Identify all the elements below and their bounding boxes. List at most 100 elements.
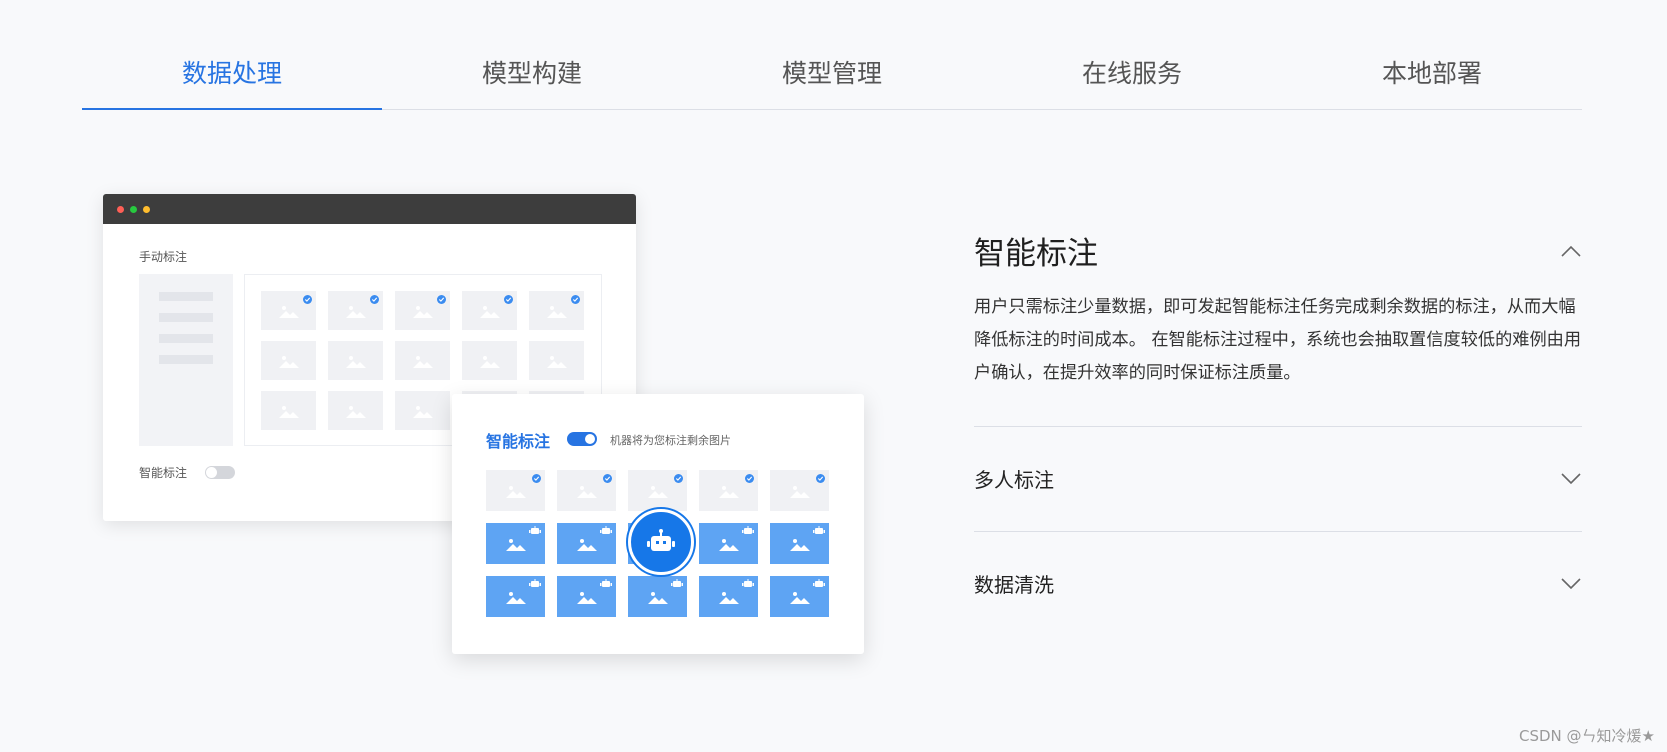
- image-thumbnail: [557, 576, 616, 617]
- accordion-divider: [974, 426, 1582, 427]
- robot-icon: [628, 509, 694, 575]
- image-icon: [505, 538, 526, 551]
- image-thumbnail: [699, 576, 758, 617]
- image-thumbnail: [261, 341, 316, 380]
- window-minimize-dot: [143, 205, 150, 213]
- image-icon: [505, 591, 526, 604]
- image-thumbnail: [699, 523, 758, 564]
- accordion-title: 数据清洗: [974, 573, 1054, 597]
- sidebar-line: [159, 355, 213, 364]
- image-thumbnail: [462, 341, 517, 380]
- image-thumbnail: [770, 470, 829, 511]
- robot-icon: [529, 579, 541, 587]
- chevron-down-icon[interactable]: [1560, 472, 1582, 486]
- image-icon: [278, 405, 299, 418]
- image-icon: [576, 538, 597, 551]
- image-icon: [576, 485, 597, 498]
- accordion-title: 多人标注: [974, 468, 1054, 492]
- manual-annotation-title: 手动标注: [139, 250, 188, 264]
- check-icon: [504, 295, 513, 304]
- image-icon: [345, 405, 366, 418]
- smart-annotation-toggle-label: 智能标注: [139, 466, 188, 480]
- tab-online-service[interactable]: 在线服务: [982, 38, 1282, 109]
- smart-annotation-hint: 机器将为您标注剩余图片: [610, 434, 731, 447]
- image-icon: [546, 305, 567, 318]
- image-thumbnail: [557, 523, 616, 564]
- window-title-bar: [103, 194, 636, 224]
- chevron-up-icon[interactable]: [1560, 244, 1582, 258]
- tab-data-processing[interactable]: 数据处理: [82, 38, 382, 110]
- accordion-header-multi-annotation[interactable]: 多人标注: [974, 464, 1582, 493]
- image-icon: [647, 591, 668, 604]
- image-thumbnail: [529, 291, 584, 330]
- watermark: CSDN @ㄣ知冷煖★: [1519, 727, 1655, 745]
- accordion-item-smart-annotation: 智能标注 用户只需标注少量数据，即可发起智能标注任务完成剩余数据的标注，从而大幅…: [974, 228, 1582, 390]
- accordion-header-data-cleaning[interactable]: 数据清洗: [974, 569, 1582, 598]
- image-thumbnail: [770, 576, 829, 617]
- image-icon: [505, 485, 526, 498]
- robot-icon: [813, 526, 825, 534]
- image-thumbnail: [486, 523, 545, 564]
- image-icon: [412, 355, 433, 368]
- image-thumbnail: [486, 576, 545, 617]
- image-icon: [345, 305, 366, 318]
- image-icon: [718, 538, 739, 551]
- window-close-dot: [117, 205, 124, 213]
- image-icon: [345, 355, 366, 368]
- check-icon: [571, 295, 580, 304]
- image-thumbnail: [529, 341, 584, 380]
- smart-annotation-title: 智能标注: [486, 432, 551, 451]
- image-icon: [647, 485, 668, 498]
- sidebar-line: [159, 292, 213, 301]
- image-thumbnail: [628, 470, 687, 511]
- image-thumbnail: [770, 523, 829, 564]
- image-icon: [789, 538, 810, 551]
- image-icon: [479, 305, 500, 318]
- robot-icon: [813, 579, 825, 587]
- robot-icon: [671, 579, 683, 587]
- robot-icon: [600, 526, 612, 534]
- smart-annotation-window: 智能标注 机器将为您标注剩余图片: [452, 394, 864, 654]
- robot-icon: [742, 526, 754, 534]
- tab-local-deployment[interactable]: 本地部署: [1282, 38, 1582, 109]
- check-icon: [370, 295, 379, 304]
- robot-icon: [529, 526, 541, 534]
- robot-icon: [600, 579, 612, 587]
- accordion-title: 智能标注: [974, 236, 1098, 272]
- check-icon: [437, 295, 446, 304]
- image-icon: [479, 355, 500, 368]
- sidebar-line: [159, 313, 213, 322]
- image-icon: [412, 405, 433, 418]
- image-thumbnail: [395, 391, 450, 430]
- manual-sidebar-placeholder: [139, 274, 233, 446]
- image-thumbnail: [462, 291, 517, 330]
- accordion-header-smart-annotation[interactable]: 智能标注: [974, 228, 1582, 273]
- smart-annotation-toggle-off: [205, 466, 235, 479]
- accordion-divider: [974, 531, 1582, 532]
- image-thumbnail: [328, 391, 383, 430]
- image-icon: [546, 355, 567, 368]
- image-thumbnail: [628, 576, 687, 617]
- check-icon: [816, 474, 825, 483]
- image-icon: [789, 485, 810, 498]
- image-thumbnail: [328, 341, 383, 380]
- accordion-item-data-cleaning: 数据清洗: [974, 569, 1582, 598]
- image-thumbnail: [395, 291, 450, 330]
- image-icon: [789, 591, 810, 604]
- image-thumbnail: [261, 291, 316, 330]
- check-icon: [303, 295, 312, 304]
- image-icon: [278, 305, 299, 318]
- check-icon: [603, 474, 612, 483]
- check-icon: [745, 474, 754, 483]
- window-maximize-dot: [130, 205, 137, 213]
- tab-model-management[interactable]: 模型管理: [682, 38, 982, 109]
- tab-model-building[interactable]: 模型构建: [382, 38, 682, 109]
- image-thumbnail: [328, 291, 383, 330]
- image-thumbnail: [261, 391, 316, 430]
- robot-icon: [742, 579, 754, 587]
- accordion-item-multi-annotation: 多人标注: [974, 464, 1582, 493]
- image-thumbnail: [699, 470, 758, 511]
- image-thumbnail: [486, 470, 545, 511]
- chevron-down-icon[interactable]: [1560, 577, 1582, 591]
- image-icon: [576, 591, 597, 604]
